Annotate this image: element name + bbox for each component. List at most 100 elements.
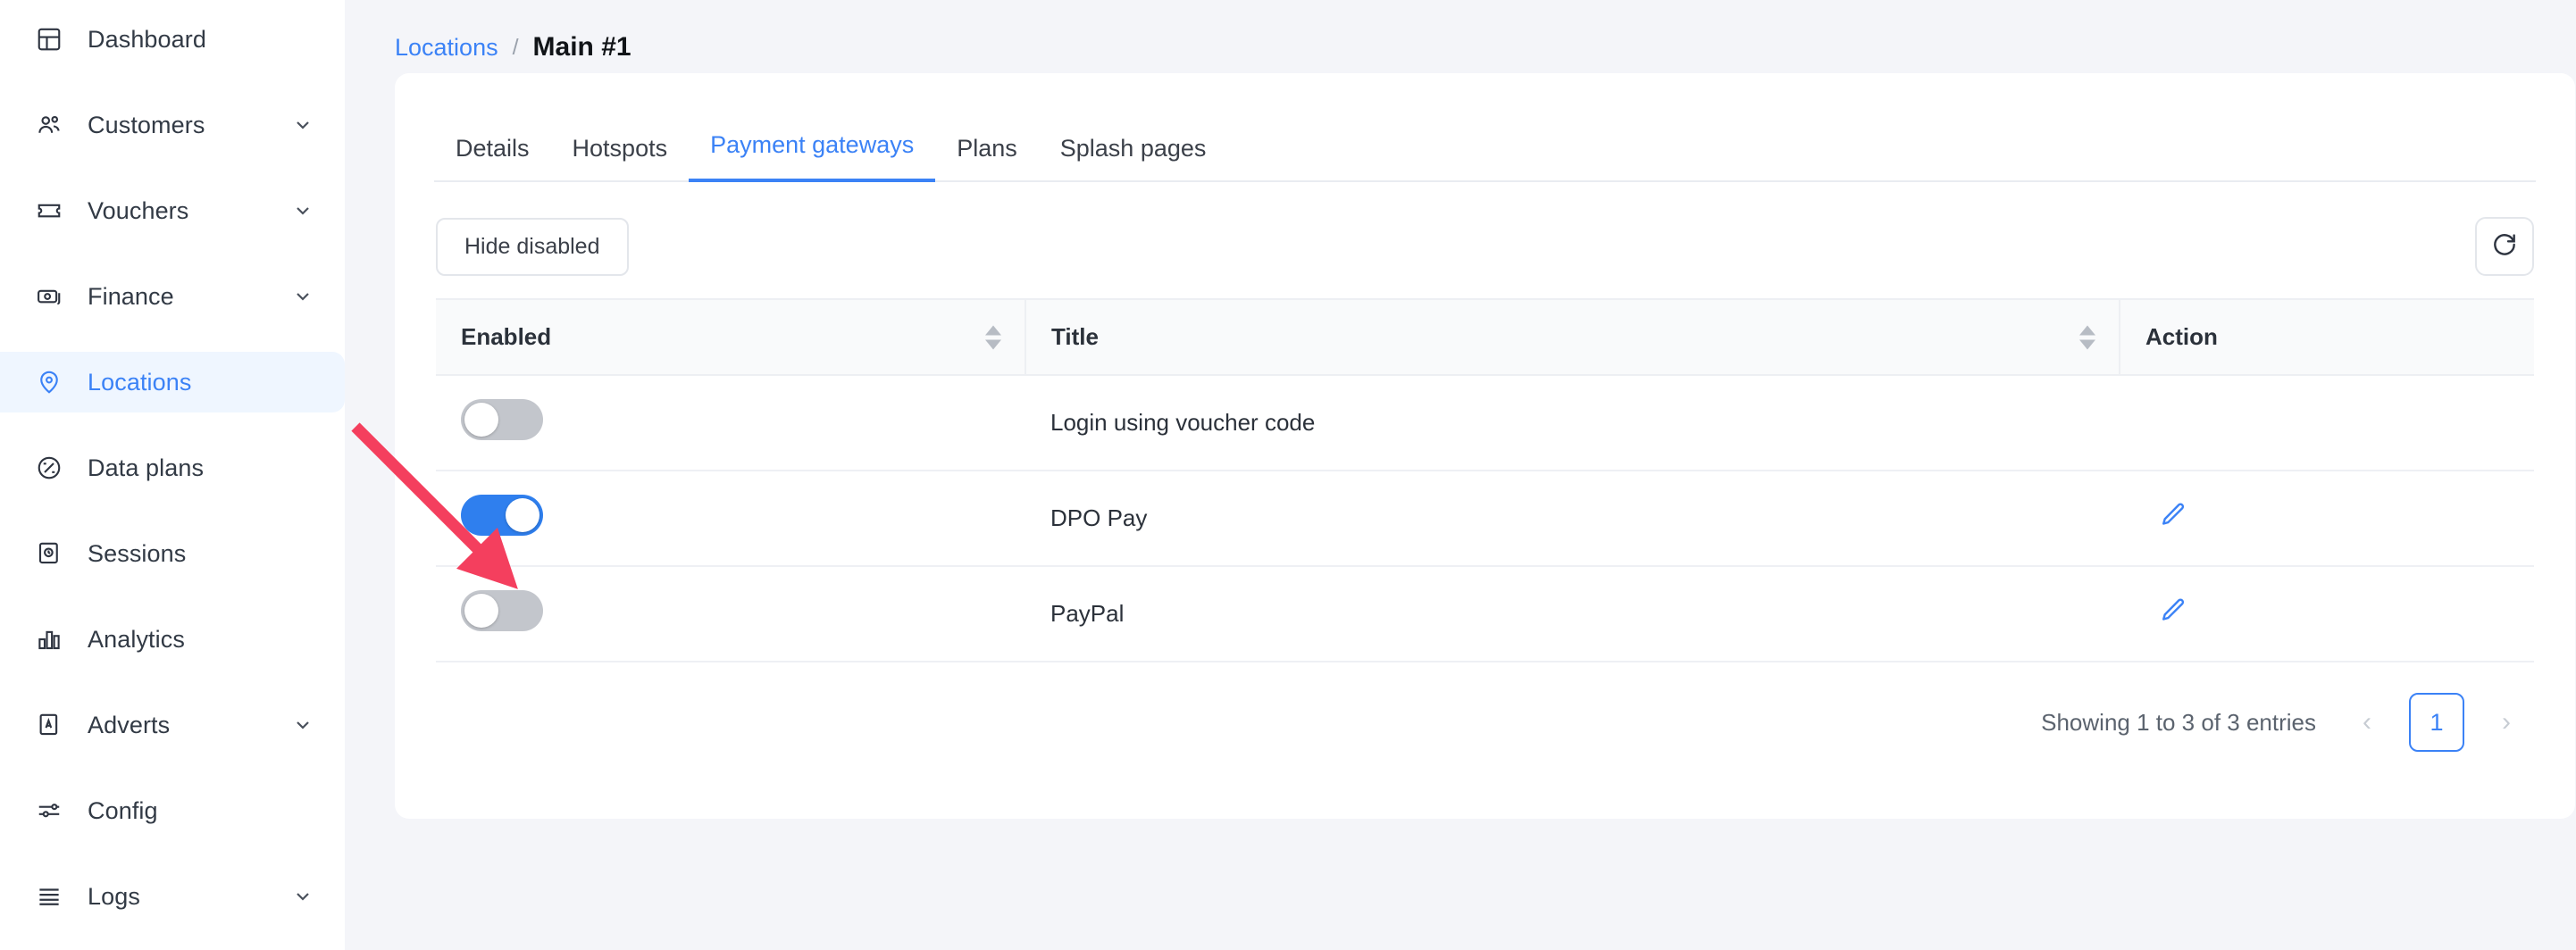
voucher-icon: [34, 196, 64, 226]
config-icon: [34, 796, 64, 826]
breadcrumb: Locations / Main #1: [395, 0, 2575, 62]
sidebar-item-label: Customers: [88, 111, 205, 138]
cell-enabled: [436, 471, 1025, 567]
cell-action: [2120, 375, 2534, 471]
table-header-row: Enabled Title Action: [436, 298, 2534, 376]
content-card: Details Hotspots Payment gateways Plans …: [395, 73, 2575, 819]
sidebar-item-label: Dashboard: [88, 25, 206, 53]
sort-asc-icon: [985, 325, 1001, 335]
sidebar-item-logs[interactable]: Logs: [0, 866, 345, 927]
sidebar-item-adverts[interactable]: Adverts: [0, 695, 345, 755]
column-header-label: Action: [2145, 323, 2218, 350]
edit-button-row-2[interactable]: [2152, 497, 2195, 540]
adverts-icon: [34, 710, 64, 740]
table-toolbar: Hide disabled: [436, 182, 2534, 280]
column-header-enabled[interactable]: Enabled: [436, 298, 1025, 376]
sidebar-item-dashboard[interactable]: Dashboard: [0, 9, 345, 70]
chevron-down-icon[interactable]: [291, 199, 314, 222]
cell-title: Login using voucher code: [1025, 375, 2120, 471]
pencil-icon: [2158, 500, 2188, 537]
map-pin-icon: [34, 367, 64, 397]
pagination: ‹ 1 ›: [2348, 693, 2525, 752]
column-header-action: Action: [2119, 298, 2534, 376]
sort-toggle-enabled[interactable]: [985, 325, 1001, 349]
cell-enabled: [436, 375, 1025, 471]
tab-hotspots[interactable]: Hotspots: [551, 135, 690, 182]
chevron-down-icon[interactable]: [291, 713, 314, 737]
column-header-title[interactable]: Title: [1025, 298, 2120, 376]
analytics-icon: [34, 624, 64, 654]
table-row: PayPal: [436, 566, 2534, 662]
pagination-prev-button[interactable]: ‹: [2348, 702, 2386, 743]
payment-gateways-table: Enabled Title Action Login using voucher…: [436, 298, 2534, 662]
tab-splash-pages[interactable]: Splash pages: [1039, 135, 1228, 182]
tab-payment-gateways[interactable]: Payment gateways: [689, 131, 936, 182]
sort-asc-icon: [2079, 325, 2095, 335]
cell-action: [2120, 566, 2534, 662]
sidebar-item-data-plans[interactable]: Data plans: [0, 438, 345, 498]
column-header-label: Title: [1051, 323, 1099, 350]
tab-plans[interactable]: Plans: [935, 135, 1039, 182]
cell-enabled: [436, 566, 1025, 662]
sidebar-item-label: Sessions: [88, 539, 187, 567]
edit-button-row-3[interactable]: [2152, 593, 2195, 636]
sidebar-item-label: Data plans: [88, 454, 205, 481]
breadcrumb-separator: /: [512, 34, 519, 60]
toggle-knob: [506, 498, 539, 532]
sidebar-item-sessions[interactable]: Sessions: [0, 523, 345, 584]
table-row: DPO Pay: [436, 471, 2534, 567]
sidebar-item-analytics[interactable]: Analytics: [0, 609, 345, 670]
sidebar-item-config[interactable]: Config: [0, 780, 345, 841]
hide-disabled-button[interactable]: Hide disabled: [436, 217, 629, 276]
table-footer: Showing 1 to 3 of 3 entries ‹ 1 ›: [436, 662, 2534, 752]
sidebar-item-label: Adverts: [88, 711, 171, 738]
cell-title: PayPal: [1025, 566, 2120, 662]
main-content: Locations / Main #1 Details Hotspots Pay…: [345, 0, 2576, 950]
breadcrumb-parent-link[interactable]: Locations: [395, 34, 498, 62]
dashboard-icon: [34, 24, 64, 54]
sidebar-item-label: Finance: [88, 282, 174, 310]
tab-details[interactable]: Details: [434, 135, 551, 182]
sidebar-item-finance[interactable]: Finance: [0, 266, 345, 327]
pencil-icon: [2158, 596, 2188, 632]
sidebar-item-label: Config: [88, 796, 158, 824]
sidebar-item-label: Locations: [88, 368, 192, 396]
pagination-info: Showing 1 to 3 of 3 entries: [2041, 708, 2316, 736]
sidebar-item-customers[interactable]: Customers: [0, 95, 345, 155]
sidebar-item-vouchers[interactable]: Vouchers: [0, 180, 345, 241]
sidebar: Dashboard Customers Vouchers Finance Loc…: [0, 0, 345, 950]
sort-desc-icon: [2079, 339, 2095, 349]
chevron-down-icon[interactable]: [291, 113, 314, 137]
table-row: Login using voucher code: [436, 375, 2534, 471]
cell-title: DPO Pay: [1025, 471, 2120, 567]
cell-action: [2120, 471, 2534, 567]
sort-toggle-title[interactable]: [2079, 325, 2095, 349]
page-title: Main #1: [532, 32, 631, 62]
customers-icon: [34, 110, 64, 140]
pagination-next-button[interactable]: ›: [2488, 702, 2525, 743]
tab-bar: Details Hotspots Payment gateways Plans …: [434, 73, 2536, 182]
refresh-button[interactable]: [2475, 217, 2534, 276]
toggle-knob: [464, 403, 498, 437]
enabled-toggle-row-1[interactable]: [461, 399, 543, 440]
table-header: Enabled Title Action: [436, 298, 2534, 376]
enabled-toggle-row-2[interactable]: [461, 495, 543, 536]
column-header-label: Enabled: [461, 323, 552, 350]
table-body: Login using voucher code DPO Pay PayPal: [436, 375, 2534, 662]
data-plan-icon: [34, 453, 64, 483]
chevron-down-icon[interactable]: [291, 285, 314, 308]
chevron-down-icon[interactable]: [291, 885, 314, 908]
app-root: Dashboard Customers Vouchers Finance Loc…: [0, 0, 2576, 950]
logs-icon: [34, 881, 64, 912]
sidebar-item-locations[interactable]: Locations: [0, 352, 345, 412]
sessions-icon: [34, 538, 64, 569]
refresh-icon: [2490, 230, 2519, 263]
money-icon: [34, 281, 64, 312]
sort-desc-icon: [985, 339, 1001, 349]
toggle-knob: [464, 594, 498, 628]
sidebar-item-label: Vouchers: [88, 196, 189, 224]
pagination-page-1[interactable]: 1: [2409, 693, 2464, 752]
sidebar-item-label: Analytics: [88, 625, 185, 653]
enabled-toggle-row-3[interactable]: [461, 590, 543, 631]
sidebar-item-label: Logs: [88, 882, 140, 910]
